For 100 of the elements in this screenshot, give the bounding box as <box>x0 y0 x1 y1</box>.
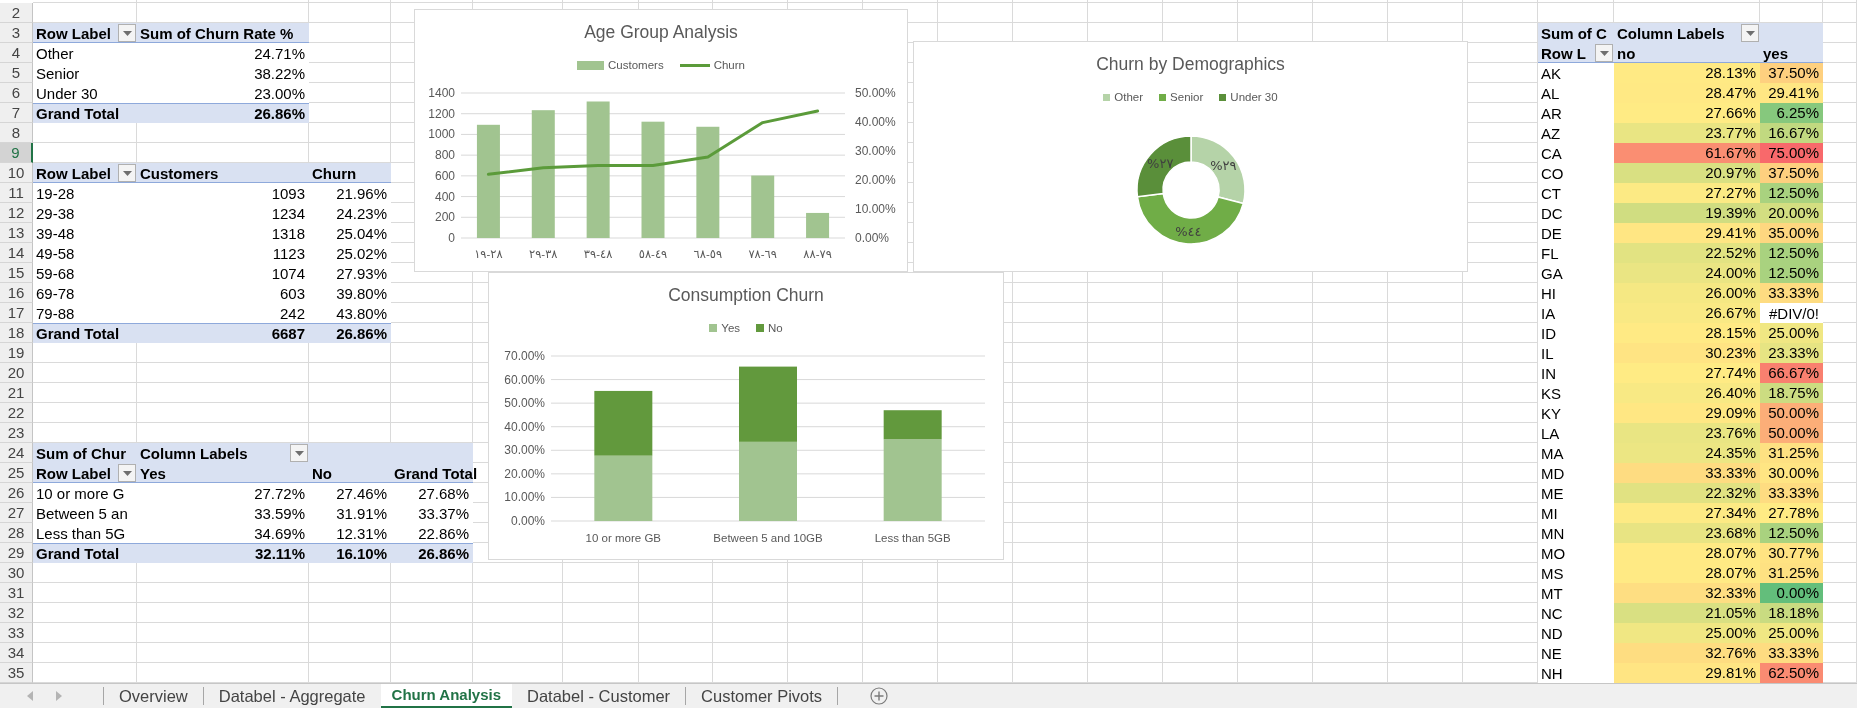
heatmap-cell: 30.23% <box>1614 343 1760 363</box>
axis-label: 40.00% <box>855 115 896 129</box>
total-cell-text: Grand Total <box>35 104 121 122</box>
heatmap-cell: 28.07% <box>1614 543 1760 563</box>
axis-label: 800 <box>434 148 455 163</box>
row-number[interactable]: 2 <box>0 3 33 23</box>
table-cell-text: MT <box>1540 584 1564 602</box>
column-header: Column Labels <box>1616 25 1726 41</box>
row-number[interactable]: 6 <box>0 83 33 103</box>
column-header: Customers <box>139 165 220 181</box>
sheet-tab[interactable]: Churn Analysis <box>380 684 512 708</box>
table-cell-text: ND <box>1540 624 1564 642</box>
table-cell-text: Less than 5G <box>35 524 127 542</box>
heatmap-cell: 28.13% <box>1614 63 1760 83</box>
column-header: Row Label <box>35 465 112 481</box>
column-header: no <box>1616 45 1637 61</box>
row-number[interactable]: 31 <box>0 583 33 603</box>
heatmap-cell: 20.00% <box>1760 203 1823 223</box>
row-number[interactable]: 11 <box>0 183 33 203</box>
table-cell-text: IA <box>1540 304 1557 322</box>
row-number[interactable]: 32 <box>0 603 33 623</box>
axis-label: 200 <box>434 210 455 225</box>
heatmap-cell: 27.78% <box>1760 503 1823 523</box>
row-number[interactable]: 26 <box>0 483 33 503</box>
row-number[interactable]: 28 <box>0 523 33 543</box>
table-cell-text: IL <box>1540 344 1555 362</box>
table-cell-text: AL <box>1540 84 1561 102</box>
table-cell-text: AK <box>1540 64 1562 82</box>
row-number[interactable]: 27 <box>0 503 33 523</box>
table-cell-text: 27.93% <box>335 264 388 282</box>
table-cell-text: 24.71% <box>253 44 306 62</box>
heatmap-cell: 27.27% <box>1614 183 1760 203</box>
row-number[interactable]: 33 <box>0 623 33 643</box>
table-cell-text: NE <box>1540 644 1563 662</box>
row-number[interactable]: 4 <box>0 43 33 63</box>
bar <box>594 390 653 456</box>
axis-label: 30.00% <box>855 144 896 158</box>
table-cell-text: MA <box>1540 444 1565 462</box>
row-number[interactable]: 9 <box>0 143 33 163</box>
sheet-tab[interactable]: Databel - Aggregate <box>203 684 381 708</box>
heatmap-cell: 16.67% <box>1760 123 1823 143</box>
row-number[interactable]: 35 <box>0 663 33 683</box>
row-number[interactable]: 19 <box>0 343 33 363</box>
row-number[interactable]: 14 <box>0 243 33 263</box>
row-number[interactable]: 18 <box>0 323 33 343</box>
row-number[interactable]: 20 <box>0 363 33 383</box>
row-number[interactable]: 23 <box>0 423 33 443</box>
filter-button[interactable] <box>1595 44 1613 62</box>
row-number[interactable]: 22 <box>0 403 33 423</box>
row-number[interactable]: 15 <box>0 263 33 283</box>
sheet-tab[interactable]: Customer Pivots <box>686 684 838 708</box>
heatmap-cell: 30.00% <box>1760 463 1823 483</box>
heatmap-cell: 28.47% <box>1614 83 1760 103</box>
filter-button[interactable] <box>118 464 136 482</box>
table-cell-text: MS <box>1540 564 1565 582</box>
row-number[interactable]: 21 <box>0 383 33 403</box>
row-number[interactable]: 10 <box>0 163 33 183</box>
sheet-tab[interactable]: Overview <box>104 684 203 708</box>
row-number[interactable]: 34 <box>0 643 33 663</box>
heatmap-cell: 23.77% <box>1614 123 1760 143</box>
row-number[interactable]: 12 <box>0 203 33 223</box>
table-cell-text: Between 5 an <box>35 504 129 522</box>
sheet-tab[interactable]: Databel - Customer <box>512 684 686 708</box>
legend-label: Senior <box>1170 90 1204 104</box>
row-number[interactable]: 5 <box>0 63 33 83</box>
axis-label: 0.00% <box>510 514 545 528</box>
table-cell-text: 27.46% <box>335 484 388 502</box>
row-number[interactable]: 3 <box>0 23 33 43</box>
filter-button[interactable] <box>118 164 136 182</box>
axis-label: 1400 <box>428 86 455 100</box>
filter-button[interactable] <box>290 444 308 462</box>
table-cell-text: 31.91% <box>335 504 388 522</box>
heatmap-cell: 61.67% <box>1614 143 1760 163</box>
category-label: ١٩-٢٨ <box>474 248 503 260</box>
legend-label: No <box>768 321 783 335</box>
filter-button[interactable] <box>1741 24 1759 42</box>
axis-label: 70.00% <box>504 349 545 363</box>
axis-label: 30.00% <box>504 443 545 458</box>
row-number[interactable]: 7 <box>0 103 33 123</box>
heatmap-cell: 28.15% <box>1614 323 1760 343</box>
caret-down-icon <box>122 470 132 476</box>
row-number[interactable]: 25 <box>0 463 33 483</box>
heatmap-cell: 23.76% <box>1614 423 1760 443</box>
table-cell-text: 22.86% <box>417 524 470 542</box>
row-number[interactable]: 24 <box>0 443 33 463</box>
row-number[interactable]: 13 <box>0 223 33 243</box>
legend-label: Other <box>1114 90 1144 104</box>
category-label: Between 5 and 10GB <box>713 532 823 544</box>
filter-button[interactable] <box>118 24 136 42</box>
row-number[interactable]: 29 <box>0 543 33 563</box>
table-cell-text: 29-38 <box>35 204 76 222</box>
data-label: %٤٤ <box>1175 223 1202 239</box>
row-number[interactable]: 8 <box>0 123 33 143</box>
row-number[interactable]: 16 <box>0 283 33 303</box>
plus-circle-icon[interactable] <box>870 687 889 705</box>
heatmap-cell: 29.09% <box>1614 403 1760 423</box>
row-number[interactable]: 30 <box>0 563 33 583</box>
table-cell-text: 21.96% <box>335 184 388 202</box>
row-number[interactable]: 17 <box>0 303 33 323</box>
table-cell-text: MN <box>1540 524 1566 542</box>
